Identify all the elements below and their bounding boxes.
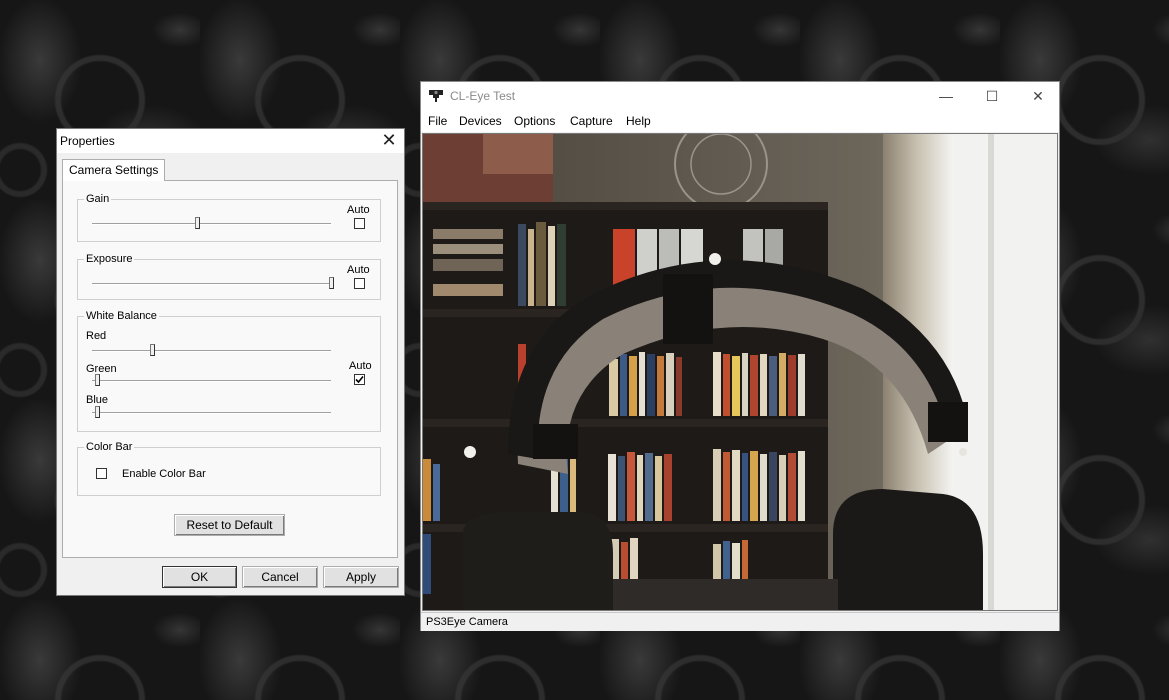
close-icon[interactable]: ✕ bbox=[1015, 82, 1061, 110]
tab-camera-settings[interactable]: Camera Settings bbox=[62, 159, 166, 181]
gain-label: Gain bbox=[84, 192, 112, 206]
gain-slider[interactable] bbox=[92, 216, 331, 232]
exposure-auto-checkbox[interactable] bbox=[354, 278, 365, 289]
exposure-label: Exposure bbox=[84, 252, 135, 266]
menu-file[interactable]: File bbox=[427, 110, 448, 132]
minimize-icon[interactable]: — bbox=[923, 82, 969, 110]
close-icon[interactable]: ✕ bbox=[380, 131, 398, 149]
cancel-button[interactable]: Cancel bbox=[242, 566, 318, 588]
gain-auto-checkbox[interactable] bbox=[354, 218, 365, 229]
white-balance-auto-label: Auto bbox=[349, 360, 372, 372]
red-slider-track bbox=[92, 350, 331, 352]
menu-options[interactable]: Options bbox=[513, 110, 556, 132]
camera-video-feed[interactable] bbox=[422, 133, 1058, 611]
color-bar-label: Color Bar bbox=[84, 440, 135, 454]
menu-devices[interactable]: Devices bbox=[458, 110, 503, 132]
exposure-slider-track bbox=[92, 283, 331, 285]
blue-slider[interactable] bbox=[92, 405, 331, 421]
menu-bar: File Devices Options Capture Help bbox=[421, 110, 1059, 132]
gain-slider-track bbox=[92, 223, 331, 225]
status-bar: PS3Eye Camera bbox=[421, 612, 1059, 631]
exposure-auto-label: Auto bbox=[347, 264, 370, 276]
exposure-slider-thumb[interactable] bbox=[329, 277, 334, 289]
menu-help[interactable]: Help bbox=[625, 110, 652, 132]
blue-slider-thumb[interactable] bbox=[94, 406, 100, 418]
ok-button[interactable]: OK bbox=[162, 566, 237, 588]
maximize-icon[interactable]: ☐ bbox=[969, 82, 1015, 110]
properties-titlebar[interactable]: Properties ✕ bbox=[57, 129, 404, 153]
white-balance-auto-checkbox[interactable] bbox=[354, 374, 365, 385]
cleye-title: CL-Eye Test bbox=[450, 89, 516, 103]
green-slider[interactable] bbox=[92, 373, 331, 389]
blue-slider-track bbox=[92, 412, 331, 414]
camera-frame-image bbox=[423, 134, 1057, 610]
menu-capture[interactable]: Capture bbox=[569, 110, 614, 132]
color-bar-enable-label[interactable]: Enable Color Bar bbox=[122, 467, 206, 481]
red-slider[interactable] bbox=[92, 343, 331, 359]
cleye-titlebar[interactable]: CL-Eye Test — ☐ ✕ bbox=[421, 82, 1059, 110]
color-bar-checkbox[interactable] bbox=[96, 468, 107, 479]
gain-slider-thumb[interactable] bbox=[195, 217, 201, 229]
tab-label: Camera Settings bbox=[69, 163, 159, 177]
status-text: PS3Eye Camera bbox=[426, 616, 508, 628]
red-label: Red bbox=[86, 330, 107, 342]
cleye-window: CL-Eye Test — ☐ ✕ File Devices Options C… bbox=[420, 81, 1060, 631]
green-slider-track bbox=[92, 380, 331, 382]
green-slider-thumb[interactable] bbox=[94, 374, 100, 386]
reset-to-default-button[interactable]: Reset to Default bbox=[174, 514, 285, 536]
properties-title: Properties bbox=[60, 134, 115, 148]
checkmark-icon bbox=[355, 375, 364, 384]
camera-icon bbox=[429, 90, 443, 102]
white-balance-label: White Balance bbox=[84, 309, 159, 323]
exposure-slider[interactable] bbox=[92, 276, 334, 292]
apply-button[interactable]: Apply bbox=[323, 566, 399, 588]
gain-auto-label: Auto bbox=[347, 204, 370, 216]
red-slider-thumb[interactable] bbox=[149, 344, 155, 356]
